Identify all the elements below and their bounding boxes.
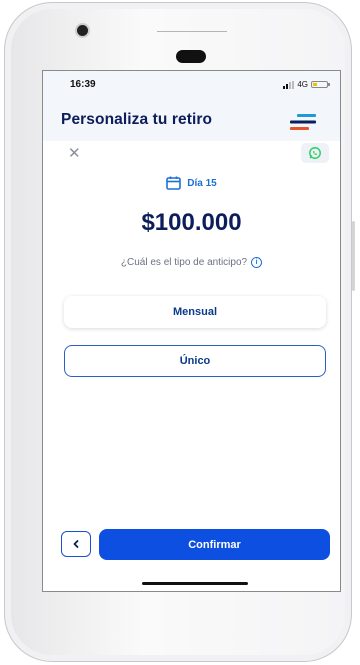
side-button (352, 221, 355, 291)
amount-value: $100.000 (141, 209, 242, 236)
app-screen: 16:39 4G Personaliza tu retiro ✕ Día 15 … (42, 70, 341, 592)
info-icon[interactable]: i (251, 257, 263, 268)
status-time: 16:39 (70, 79, 96, 90)
app-header: Personaliza tu retiro (43, 103, 340, 141)
signal-icon (283, 80, 295, 89)
phone-frame: 16:39 4G Personaliza tu retiro ✕ Día 15 … (4, 2, 355, 662)
question-row: ¿Cuál es el tipo de anticipo? i (43, 257, 340, 268)
front-camera (77, 25, 88, 36)
battery-icon (311, 81, 330, 88)
menu-icon[interactable] (288, 112, 318, 132)
question-text: ¿Cuál es el tipo de anticipo? (120, 257, 248, 268)
option-unico-button[interactable]: Único (64, 345, 326, 377)
status-indicators: 4G (283, 80, 330, 89)
close-icon[interactable]: ✕ (68, 146, 81, 161)
option-mensual-button[interactable]: Mensual (64, 296, 326, 328)
whatsapp-button[interactable] (301, 143, 329, 163)
status-bar: 16:39 4G (43, 71, 340, 103)
home-indicator[interactable] (142, 582, 248, 585)
network-type: 4G (297, 80, 308, 89)
whatsapp-icon (309, 147, 321, 159)
speaker-grille (157, 31, 227, 32)
earpiece (176, 50, 206, 63)
chevron-left-icon (73, 540, 79, 548)
back-button[interactable] (61, 531, 91, 557)
date-label: Día 15 (187, 177, 217, 189)
date-row: Día 15 (43, 176, 340, 190)
confirm-button[interactable]: Confirmar (99, 529, 330, 560)
calendar-icon (166, 176, 182, 190)
page-title: Personaliza tu retiro (61, 111, 213, 128)
